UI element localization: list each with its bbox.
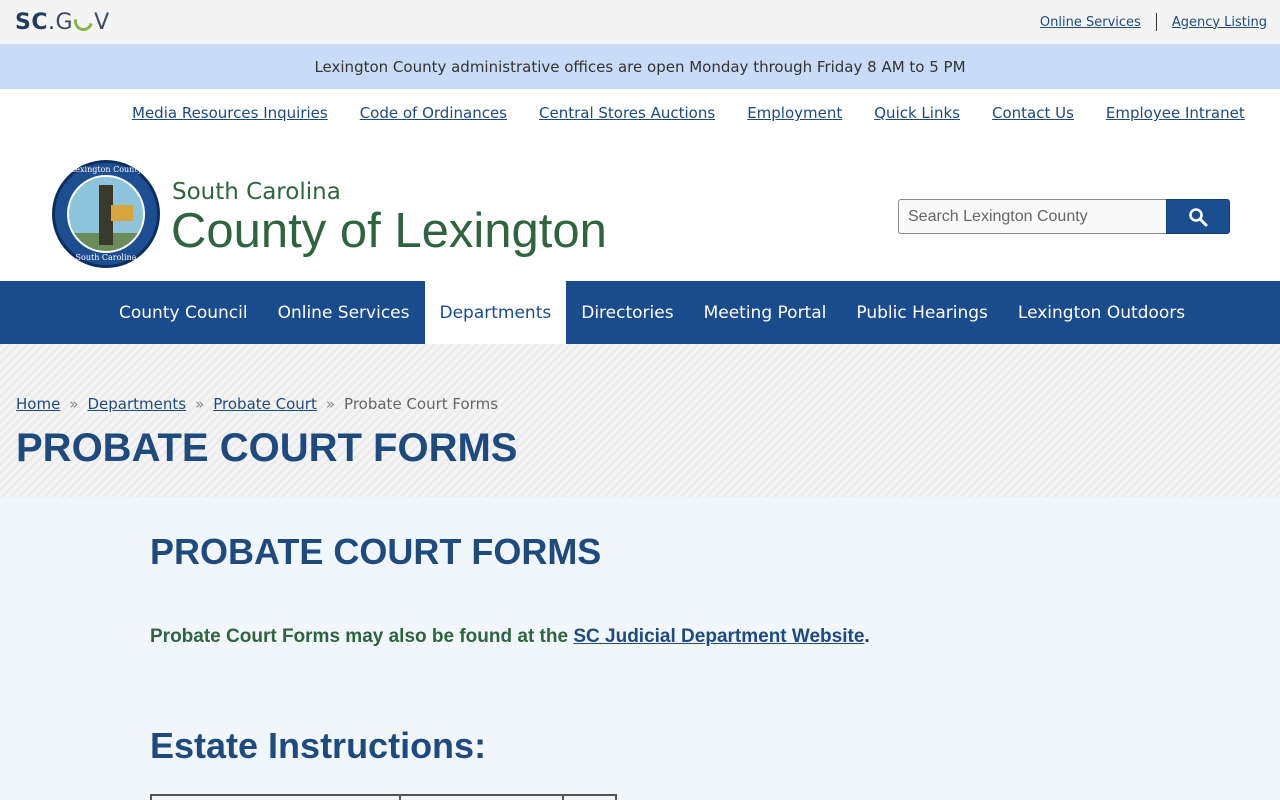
breadcrumb-current: Probate Court Forms xyxy=(344,395,499,413)
seal-top-text: Lexington County xyxy=(69,165,143,174)
scgov-logo[interactable]: SC.G V xyxy=(15,8,110,36)
page-title: PROBATE COURT FORMS xyxy=(16,426,518,470)
house-icon xyxy=(111,205,133,221)
breadcrumb-departments[interactable]: Departments xyxy=(87,395,186,413)
forms-note: Probate Court Forms may also be found at… xyxy=(150,626,870,647)
nav-county-council[interactable]: County Council xyxy=(104,281,263,344)
crescent-moon-icon xyxy=(70,8,97,35)
breadcrumb-separator: » xyxy=(325,395,336,413)
main-nav: County Council Online Services Departmen… xyxy=(0,281,1280,344)
breadcrumb-separator: » xyxy=(69,395,79,413)
nav-online-services[interactable]: Online Services xyxy=(263,281,425,344)
content-title: PROBATE COURT FORMS xyxy=(150,531,602,572)
divider xyxy=(1155,13,1157,31)
breadcrumb: Home » Departments » Probate Court » Pro… xyxy=(16,395,498,413)
util-item-employment[interactable]: Employment xyxy=(747,104,842,122)
sc-judicial-link[interactable]: SC Judicial Department Website xyxy=(573,626,864,647)
nav-lexington-outdoors[interactable]: Lexington Outdoors xyxy=(1003,281,1200,344)
nav-public-hearings[interactable]: Public Hearings xyxy=(841,281,1003,344)
seal-bottom-text: South Carolina xyxy=(75,253,137,262)
search-input[interactable] xyxy=(898,199,1166,234)
site-search xyxy=(898,199,1230,234)
agency-listing-link[interactable]: Agency Listing xyxy=(1172,15,1267,30)
page-header-band: Home » Departments » Probate Court » Pro… xyxy=(0,344,1280,497)
utility-nav: Media Resources Inquiries Code of Ordina… xyxy=(0,89,1280,139)
search-icon xyxy=(1189,207,1208,226)
util-item-contact[interactable]: Contact Us xyxy=(992,104,1074,122)
search-button[interactable] xyxy=(1166,199,1230,234)
online-services-link[interactable]: Online Services xyxy=(1040,15,1141,30)
estate-instructions-table xyxy=(150,794,617,800)
nav-directories[interactable]: Directories xyxy=(566,281,688,344)
county-seal-logo[interactable]: Lexington County South Carolina xyxy=(52,160,160,268)
util-item-quick-links[interactable]: Quick Links xyxy=(874,104,960,122)
estate-instructions-heading: Estate Instructions: xyxy=(150,725,487,766)
site-header: Lexington County South Carolina South Ca… xyxy=(0,139,1280,281)
nav-departments[interactable]: Departments xyxy=(424,281,567,344)
office-hours-banner: Lexington County administrative offices … xyxy=(0,44,1280,89)
breadcrumb-probate-court[interactable]: Probate Court xyxy=(213,395,317,413)
util-item-intranet[interactable]: Employee Intranet xyxy=(1106,104,1245,122)
scgov-top-bar: SC.G V Online Services Agency Listing xyxy=(0,0,1280,44)
util-item-auctions[interactable]: Central Stores Auctions xyxy=(539,104,715,122)
office-hours-text: Lexington County administrative offices … xyxy=(314,57,966,76)
brand-county[interactable]: County of Lexington xyxy=(171,203,607,259)
main-content: PROBATE COURT FORMS Probate Court Forms … xyxy=(0,497,1280,800)
scgov-links: Online Services Agency Listing xyxy=(1040,13,1267,31)
seal-emblem xyxy=(67,175,145,253)
nav-meeting-portal[interactable]: Meeting Portal xyxy=(689,281,842,344)
util-item-ordinances[interactable]: Code of Ordinances xyxy=(360,104,507,122)
breadcrumb-separator: » xyxy=(195,395,205,413)
util-item-media[interactable]: Media Resources Inquiries xyxy=(132,104,328,122)
brand-state[interactable]: South Carolina xyxy=(172,179,341,205)
breadcrumb-home[interactable]: Home xyxy=(16,395,60,413)
